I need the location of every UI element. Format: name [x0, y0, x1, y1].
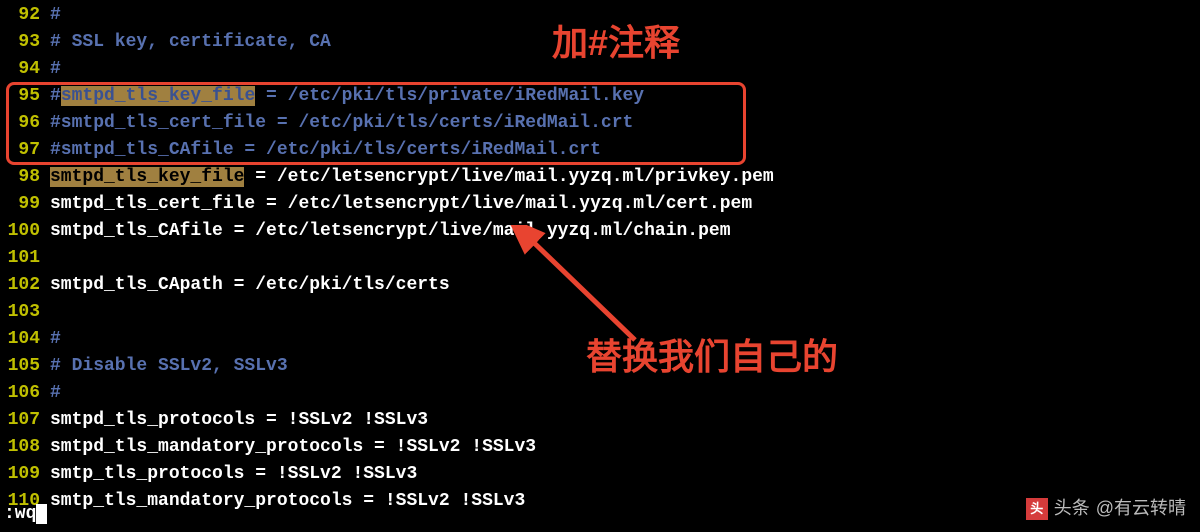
code-segment: # [50, 5, 61, 25]
code-segment: smtp_tls_mandatory_protocols = !SSLv2 !S… [50, 491, 525, 511]
code-content: smtpd_tls_cert_file = /etc/letsencrypt/l… [50, 191, 1200, 218]
code-content: smtpd_tls_CAfile = /etc/letsencrypt/live… [50, 218, 1200, 245]
code-line: 101 [0, 245, 1200, 272]
line-number: 95 [0, 83, 50, 110]
code-line: 95#smtpd_tls_key_file = /etc/pki/tls/pri… [0, 83, 1200, 110]
code-segment: # Disable SSLv2, SSLv3 [50, 356, 288, 376]
code-line: 107smtpd_tls_protocols = !SSLv2 !SSLv3 [0, 407, 1200, 434]
code-line: 106# [0, 380, 1200, 407]
code-segment: smtpd_tls_CApath = /etc/pki/tls/certs [50, 275, 450, 295]
code-content: smtpd_tls_CApath = /etc/pki/tls/certs [50, 272, 1200, 299]
code-line: 98smtpd_tls_key_file = /etc/letsencrypt/… [0, 164, 1200, 191]
code-segment: # SSL key, certificate, CA [50, 32, 331, 52]
code-segment: # [50, 329, 61, 349]
annotation-add-comment: 加#注释 [552, 16, 680, 70]
code-content [50, 299, 1200, 326]
code-segment: smtpd_tls_mandatory_protocols = !SSLv2 !… [50, 437, 536, 457]
code-editor[interactable]: 92#93# SSL key, certificate, CA94#95#smt… [0, 0, 1200, 517]
code-content: #smtpd_tls_cert_file = /etc/pki/tls/cert… [50, 110, 1200, 137]
code-content: # [50, 380, 1200, 407]
line-number: 92 [0, 2, 50, 29]
code-line: 103 [0, 299, 1200, 326]
code-segment: smtpd_tls_key_file [61, 86, 255, 106]
line-number: 97 [0, 137, 50, 164]
line-number: 96 [0, 110, 50, 137]
code-segment: = /etc/letsencrypt/live/mail.yyzq.ml/pri… [244, 167, 773, 187]
line-number: 99 [0, 191, 50, 218]
line-number: 104 [0, 326, 50, 353]
line-number: 109 [0, 461, 50, 488]
watermark-source: 头条 [1054, 495, 1090, 522]
code-line: 108smtpd_tls_mandatory_protocols = !SSLv… [0, 434, 1200, 461]
line-number: 105 [0, 353, 50, 380]
code-line: 99smtpd_tls_cert_file = /etc/letsencrypt… [0, 191, 1200, 218]
code-segment: smtpd_tls_protocols = !SSLv2 !SSLv3 [50, 410, 428, 430]
code-content: smtpd_tls_key_file = /etc/letsencrypt/li… [50, 164, 1200, 191]
code-line: 102smtpd_tls_CApath = /etc/pki/tls/certs [0, 272, 1200, 299]
code-content [50, 245, 1200, 272]
vim-command-line[interactable]: :wq [4, 501, 47, 528]
line-number: 103 [0, 299, 50, 326]
code-segment: #smtpd_tls_cert_file = /etc/pki/tls/cert… [50, 113, 633, 133]
code-segment: smtpd_tls_cert_file = /etc/letsencrypt/l… [50, 194, 752, 214]
line-number: 102 [0, 272, 50, 299]
line-number: 100 [0, 218, 50, 245]
code-line: 96#smtpd_tls_cert_file = /etc/pki/tls/ce… [0, 110, 1200, 137]
code-segment: # [50, 383, 61, 403]
watermark-user: @有云转晴 [1096, 495, 1186, 522]
code-segment: # [50, 86, 61, 106]
line-number: 106 [0, 380, 50, 407]
cursor-icon [36, 504, 47, 524]
vim-command-text: :wq [4, 504, 36, 524]
annotation-replace-ours: 替换我们自己的 [586, 330, 838, 384]
code-content: #smtpd_tls_CAfile = /etc/pki/tls/certs/i… [50, 137, 1200, 164]
code-segment: #smtpd_tls_CAfile = /etc/pki/tls/certs/i… [50, 140, 601, 160]
code-segment: = /etc/pki/tls/private/iRedMail.key [255, 86, 644, 106]
code-segment: smtp_tls_protocols = !SSLv2 !SSLv3 [50, 464, 417, 484]
code-content: #smtpd_tls_key_file = /etc/pki/tls/priva… [50, 83, 1200, 110]
code-segment: smtpd_tls_key_file [50, 167, 244, 187]
line-number: 101 [0, 245, 50, 272]
line-number: 107 [0, 407, 50, 434]
code-content: smtpd_tls_mandatory_protocols = !SSLv2 !… [50, 434, 1200, 461]
line-number: 108 [0, 434, 50, 461]
line-number: 98 [0, 164, 50, 191]
watermark: 头 头条 @有云转晴 [1026, 495, 1186, 522]
line-number: 93 [0, 29, 50, 56]
code-content: smtpd_tls_protocols = !SSLv2 !SSLv3 [50, 407, 1200, 434]
code-line: 109smtp_tls_protocols = !SSLv2 !SSLv3 [0, 461, 1200, 488]
code-line: 97#smtpd_tls_CAfile = /etc/pki/tls/certs… [0, 137, 1200, 164]
code-line: 100smtpd_tls_CAfile = /etc/letsencrypt/l… [0, 218, 1200, 245]
code-segment: smtpd_tls_CAfile = /etc/letsencrypt/live… [50, 221, 731, 241]
watermark-logo-icon: 头 [1026, 498, 1048, 520]
line-number: 94 [0, 56, 50, 83]
code-line: 110smtp_tls_mandatory_protocols = !SSLv2… [0, 488, 1200, 515]
code-segment: # [50, 59, 61, 79]
code-content: smtp_tls_protocols = !SSLv2 !SSLv3 [50, 461, 1200, 488]
